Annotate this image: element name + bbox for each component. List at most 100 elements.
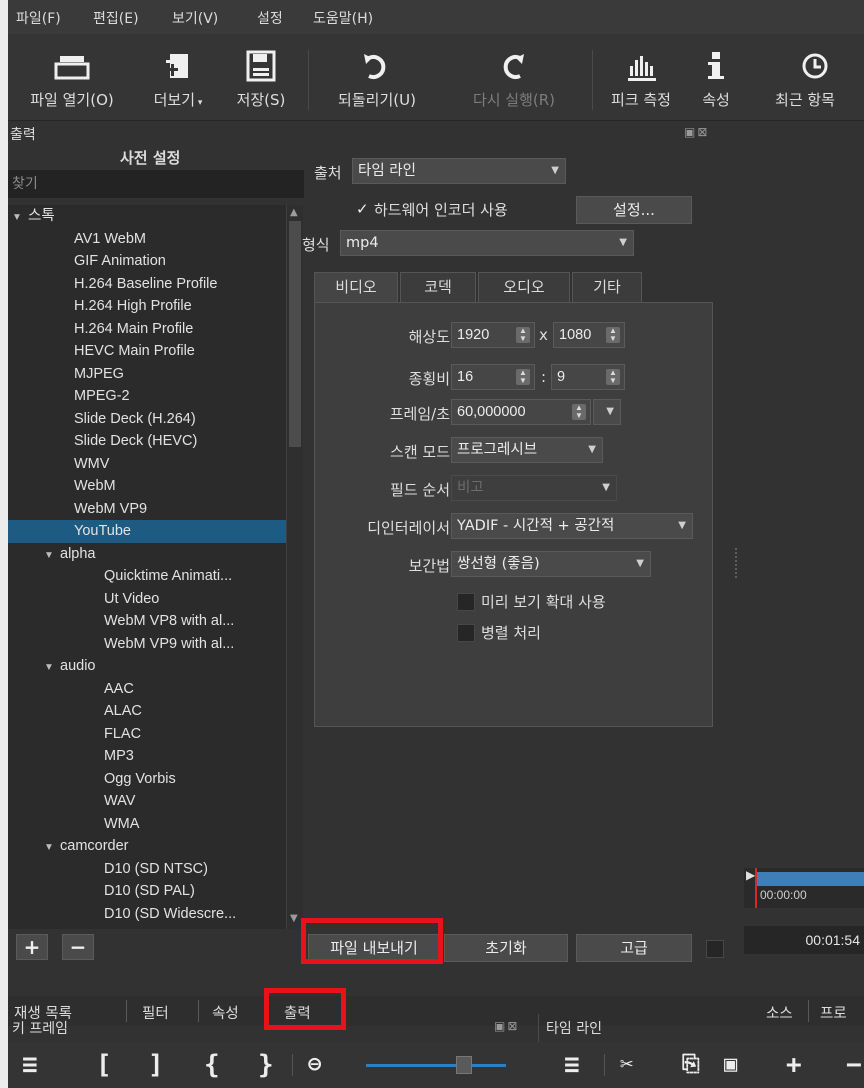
panel-float-close-icon[interactable]: ▣⊠: [494, 1019, 519, 1033]
interpolation-combo[interactable]: 쌍선형 (좋음) ▼: [451, 551, 651, 577]
tab-codec[interactable]: 코덱: [400, 272, 476, 302]
tab-video[interactable]: 비디오: [314, 272, 398, 302]
menu-settings[interactable]: 설정: [257, 8, 283, 28]
preset-item[interactable]: H.264 High Profile: [8, 295, 286, 318]
preset-item[interactable]: GIF Animation: [8, 250, 286, 273]
remove-preset-button[interactable]: −: [62, 934, 94, 960]
preset-item[interactable]: ALAC: [8, 700, 286, 723]
scroll-down-icon[interactable]: ▼: [290, 913, 298, 924]
preset-item[interactable]: D10 (SD Widescre...: [8, 903, 286, 926]
preset-item[interactable]: WAV: [8, 790, 286, 813]
add-preset-button[interactable]: +: [16, 934, 48, 960]
spin-arrows-icon[interactable]: ▲ ▼: [516, 369, 530, 385]
preset-item[interactable]: Ut Video: [8, 588, 286, 611]
preset-tree-scrollbar[interactable]: ▲ ▼: [286, 205, 303, 929]
close-brace-icon[interactable]: }: [258, 1050, 274, 1080]
menu-help[interactable]: 도움말(H): [313, 8, 373, 28]
expand-arrow-icon[interactable]: ▼: [44, 837, 60, 860]
preset-item[interactable]: HEVC Main Profile: [8, 340, 286, 363]
preset-category[interactable]: ▼ 스톡: [8, 205, 286, 228]
tab-export[interactable]: 출력: [284, 1002, 311, 1023]
encoder-settings-button[interactable]: 설정...: [576, 196, 692, 224]
preset-item[interactable]: Ogg Vorbis: [8, 768, 286, 791]
field-order-combo[interactable]: 비고 ▼: [451, 475, 617, 501]
advanced-button[interactable]: 고급: [576, 934, 692, 962]
preset-item[interactable]: H.264 Baseline Profile: [8, 273, 286, 296]
preset-item[interactable]: D10 (SD PAL): [8, 880, 286, 903]
set-in-bracket-icon[interactable]: [: [96, 1050, 112, 1080]
preset-category[interactable]: ▼ audio: [8, 655, 286, 678]
fps-preset-combo[interactable]: ▼: [593, 399, 621, 425]
aspect-w-spinbox[interactable]: 16 ▲ ▼: [451, 364, 535, 390]
reset-button[interactable]: 초기화: [444, 934, 568, 962]
source-combo[interactable]: 타임 라인 ▼: [352, 158, 566, 184]
parallel-processing-checkbox[interactable]: [457, 624, 475, 642]
tab-source[interactable]: 소스: [766, 1002, 793, 1023]
preset-item[interactable]: WMV: [8, 453, 286, 476]
copy-icon[interactable]: ⎘: [682, 1052, 700, 1077]
aspect-h-spinbox[interactable]: 9 ▲ ▼: [551, 364, 625, 390]
properties-button[interactable]: 속성: [686, 34, 746, 120]
scan-mode-combo[interactable]: 프로그레시브 ▼: [451, 437, 603, 463]
zoom-slider-track[interactable]: [366, 1064, 506, 1067]
preset-item[interactable]: Quicktime Animati...: [8, 565, 286, 588]
scrollbar-thumb[interactable]: [289, 221, 301, 447]
add-icon[interactable]: +: [786, 1050, 802, 1080]
tab-properties[interactable]: 속성: [212, 1002, 239, 1023]
preview-scale-checkbox[interactable]: [457, 593, 475, 611]
recent-button[interactable]: 최근 항목: [746, 34, 864, 120]
undo-button[interactable]: 되돌리기(U): [312, 34, 442, 120]
spin-arrows-icon[interactable]: ▲ ▼: [606, 369, 620, 385]
preset-item[interactable]: D10 (SD NTSC): [8, 858, 286, 881]
preset-item[interactable]: H.264 Main Profile: [8, 318, 286, 341]
preset-category[interactable]: ▼ camcorder: [8, 835, 286, 858]
zoom-slider-handle[interactable]: [456, 1056, 472, 1074]
preset-item[interactable]: MJPEG: [8, 363, 286, 386]
tab-other[interactable]: 기타: [572, 272, 642, 302]
spin-arrows-icon[interactable]: ▲ ▼: [516, 327, 530, 343]
preset-item[interactable]: MPEG-2: [8, 385, 286, 408]
deinterlacer-combo[interactable]: YADIF - 시간적 + 공간적 ▼: [451, 513, 693, 539]
fps-spinbox[interactable]: 60,000000 ▲ ▼: [451, 399, 591, 425]
tab-project[interactable]: 프로: [820, 1002, 847, 1023]
tab-audio[interactable]: 오디오: [478, 272, 570, 302]
mini-timeline[interactable]: ▶ 00:00:00: [744, 868, 864, 908]
preset-item[interactable]: WebM VP9: [8, 498, 286, 521]
splitter-handle[interactable]: [735, 548, 739, 578]
expand-arrow-icon[interactable]: ▼: [44, 657, 60, 680]
preset-item[interactable]: WebM: [8, 475, 286, 498]
zoom-out-icon[interactable]: ⊖: [308, 1052, 321, 1077]
height-spinbox[interactable]: 1080 ▲ ▼: [553, 322, 625, 348]
more-button[interactable]: 더보기 ▾: [136, 34, 220, 120]
preset-item[interactable]: WebM VP8 with al...: [8, 610, 286, 633]
preset-search-input[interactable]: 찾기: [8, 170, 304, 198]
preset-item[interactable]: YouTube: [8, 520, 286, 543]
preset-item[interactable]: FLAC: [8, 723, 286, 746]
preset-item[interactable]: WebM VP9 with al...: [8, 633, 286, 656]
preset-category[interactable]: ▼ alpha: [8, 543, 286, 566]
preset-item[interactable]: AAC: [8, 678, 286, 701]
menu-view[interactable]: 보기(V): [172, 8, 218, 28]
menu-edit[interactable]: 편집(E): [93, 8, 139, 28]
preset-item[interactable]: WMA: [8, 813, 286, 836]
hw-encoder-checkbox[interactable]: ✓: [356, 200, 369, 218]
preset-item[interactable]: MP3: [8, 745, 286, 768]
preset-item[interactable]: Slide Deck (H.264): [8, 408, 286, 431]
expand-arrow-icon[interactable]: ▼: [44, 545, 60, 568]
menu-file[interactable]: 파일(F): [16, 8, 61, 28]
redo-button[interactable]: 다시 실행(R): [442, 34, 586, 120]
preset-item[interactable]: AV1 WebM: [8, 228, 286, 251]
advanced-toggle-checkbox[interactable]: [706, 940, 724, 958]
open-file-button[interactable]: 파일 열기(O): [8, 34, 136, 120]
timeline-menu-icon[interactable]: ≡: [564, 1050, 580, 1080]
preset-item[interactable]: Slide Deck (HEVC): [8, 430, 286, 453]
spin-arrows-icon[interactable]: ▲ ▼: [606, 327, 620, 343]
tab-filters[interactable]: 필터: [142, 1002, 169, 1023]
remove-icon[interactable]: −: [846, 1050, 862, 1080]
peak-meter-button[interactable]: 피크 측정: [596, 34, 686, 120]
open-brace-icon[interactable]: {: [204, 1050, 220, 1080]
cut-scissors-icon[interactable]: ✂: [620, 1052, 633, 1077]
paste-clipboard-icon[interactable]: ▣: [724, 1052, 737, 1077]
panel-float-close-icon[interactable]: ▣⊠: [684, 125, 709, 139]
playhead[interactable]: [755, 868, 757, 908]
